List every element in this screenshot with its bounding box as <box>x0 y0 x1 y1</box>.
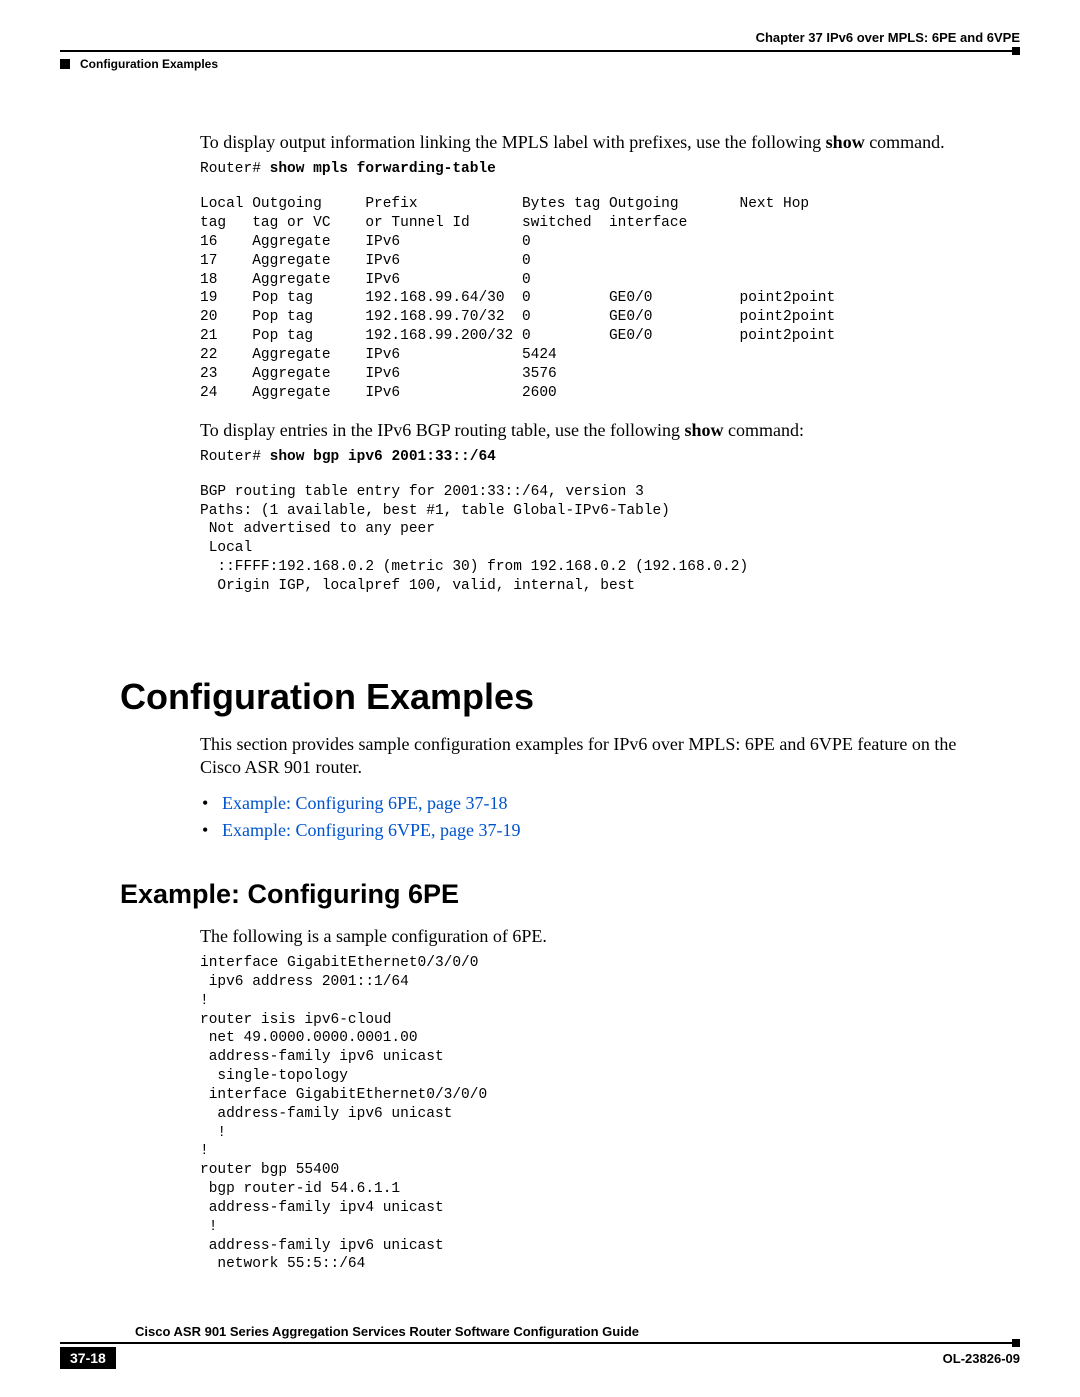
chapter-label: Chapter 37 IPv6 over MPLS: 6PE and 6VPE <box>756 30 1020 45</box>
list-item: Example: Configuring 6PE, page 37-18 <box>200 790 980 817</box>
config-output: interface GigabitEthernet0/3/0/0 ipv6 ad… <box>200 954 980 1274</box>
table-output: Local Outgoing Prefix Bytes tag Outgoing… <box>200 195 980 402</box>
list-item: Example: Configuring 6VPE, page 37-19 <box>200 817 980 844</box>
content: This section provides sample configurati… <box>200 733 980 844</box>
link-example-6vpe[interactable]: Example: Configuring 6VPE, page 37-19 <box>222 820 520 840</box>
paragraph: The following is a sample configuration … <box>200 925 980 948</box>
bgp-output: BGP routing table entry for 2001:33::/64… <box>200 483 980 596</box>
command-line: Router# show bgp ipv6 2001:33::/64 <box>200 448 980 467</box>
paragraph: To display output information linking th… <box>200 131 980 154</box>
header-chapter: Chapter 37 IPv6 over MPLS: 6PE and 6VPE <box>60 30 1020 50</box>
footer-rule <box>60 1342 1020 1344</box>
footer: Cisco ASR 901 Series Aggregation Service… <box>60 1324 1020 1369</box>
page-number: 37-18 <box>60 1347 116 1369</box>
command-line: Router# show mpls forwarding-table <box>200 160 980 179</box>
link-list: Example: Configuring 6PE, page 37-18 Exa… <box>200 790 980 844</box>
paragraph: To display entries in the IPv6 BGP routi… <box>200 419 980 442</box>
content: The following is a sample configuration … <box>200 925 980 1275</box>
content: To display output information linking th… <box>200 131 980 596</box>
footer-title: Cisco ASR 901 Series Aggregation Service… <box>135 1324 639 1339</box>
header-block-icon <box>1012 47 1020 55</box>
page: Chapter 37 IPv6 over MPLS: 6PE and 6VPE … <box>0 0 1080 1397</box>
section-label: Configuration Examples <box>80 57 218 71</box>
link-example-6pe[interactable]: Example: Configuring 6PE, page 37-18 <box>222 793 507 813</box>
doc-id: OL-23826-09 <box>943 1351 1020 1366</box>
subheader: Configuration Examples <box>60 57 1020 71</box>
subheader-block-icon <box>60 59 70 69</box>
paragraph: This section provides sample configurati… <box>200 733 980 780</box>
heading-configuration-examples: Configuration Examples <box>120 676 1020 718</box>
heading-example-6pe: Example: Configuring 6PE <box>120 879 1020 910</box>
footer-block-icon <box>1012 1339 1020 1347</box>
header-rule <box>60 50 1020 52</box>
